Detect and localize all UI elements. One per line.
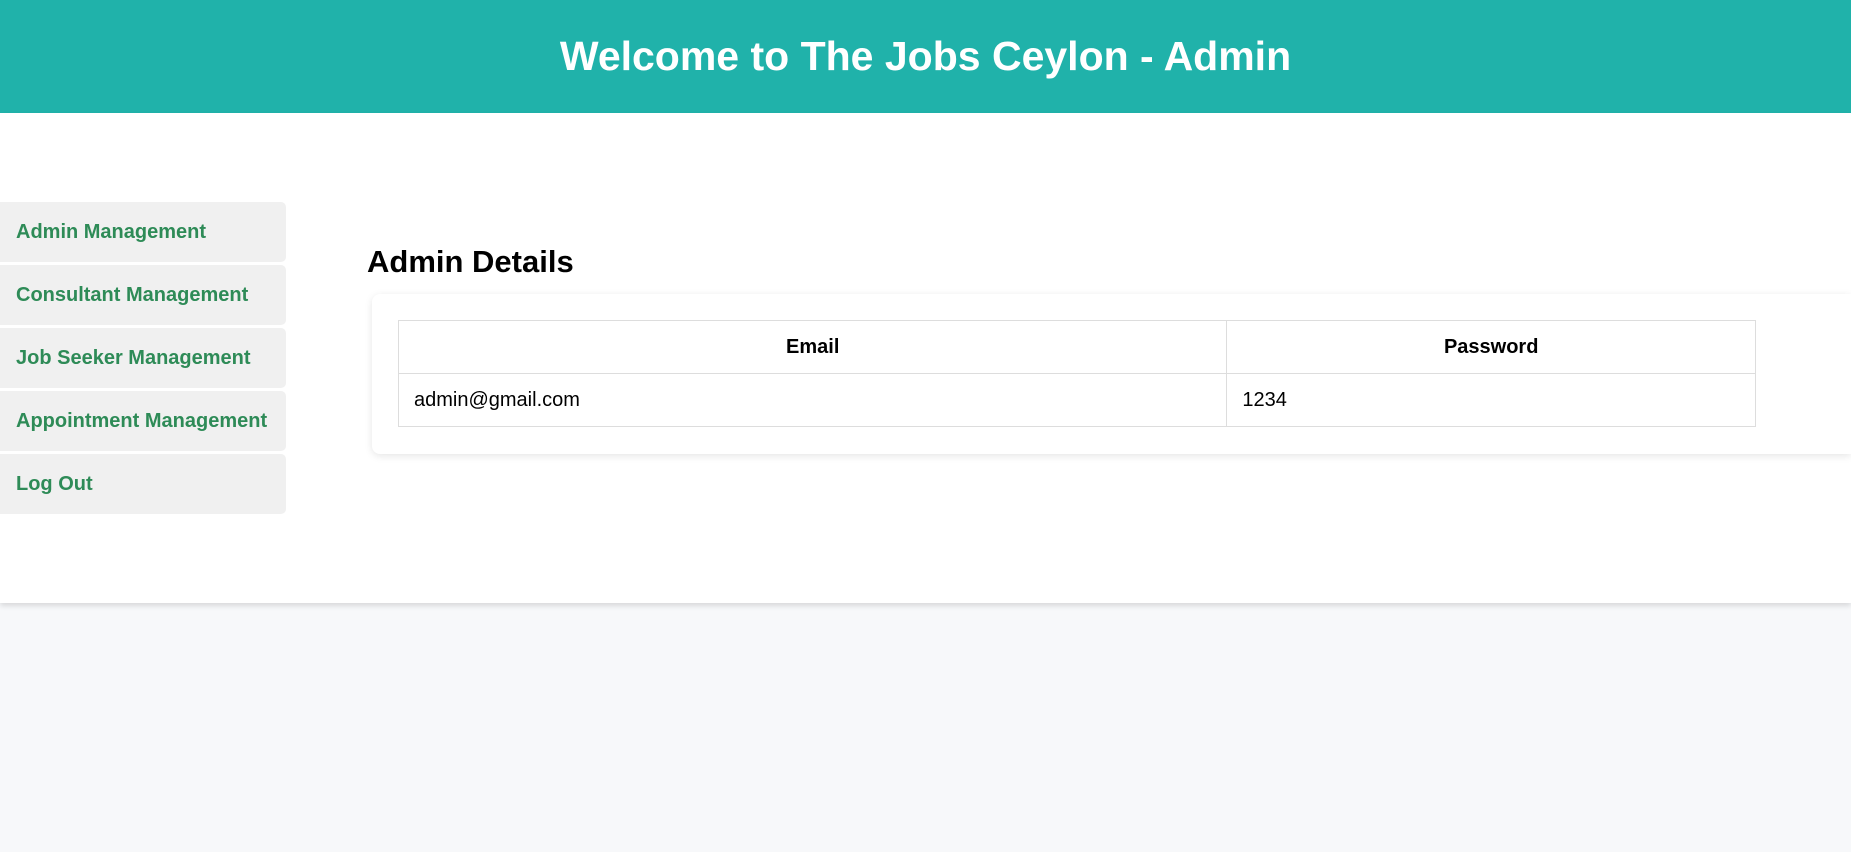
column-header-email: Email xyxy=(397,320,1228,374)
sidebar: Admin Management Consultant Management J… xyxy=(0,202,286,517)
sidebar-item-job-seeker-management[interactable]: Job Seeker Management xyxy=(0,328,286,388)
column-header-password: Password xyxy=(1226,320,1756,374)
admin-details-table: Email Password admin@gmail.com 1234 xyxy=(397,320,1756,427)
sidebar-item-appointment-management[interactable]: Appointment Management xyxy=(0,391,286,451)
table-row: admin@gmail.com 1234 xyxy=(397,373,1756,427)
section-title: Admin Details xyxy=(367,244,574,279)
admin-details-card: Email Password admin@gmail.com 1234 xyxy=(372,294,1851,454)
table-header-row: Email Password xyxy=(397,320,1756,374)
page-title: Welcome to The Jobs Ceylon - Admin xyxy=(559,33,1292,79)
app-header: Welcome to The Jobs Ceylon - Admin xyxy=(0,0,1851,113)
sidebar-item-consultant-management[interactable]: Consultant Management xyxy=(0,265,286,325)
sidebar-item-admin-management[interactable]: Admin Management xyxy=(0,202,286,262)
sidebar-item-log-out[interactable]: Log Out xyxy=(0,454,286,514)
table-cell-email: admin@gmail.com xyxy=(397,373,1228,427)
table-cell-password: 1234 xyxy=(1226,373,1756,427)
